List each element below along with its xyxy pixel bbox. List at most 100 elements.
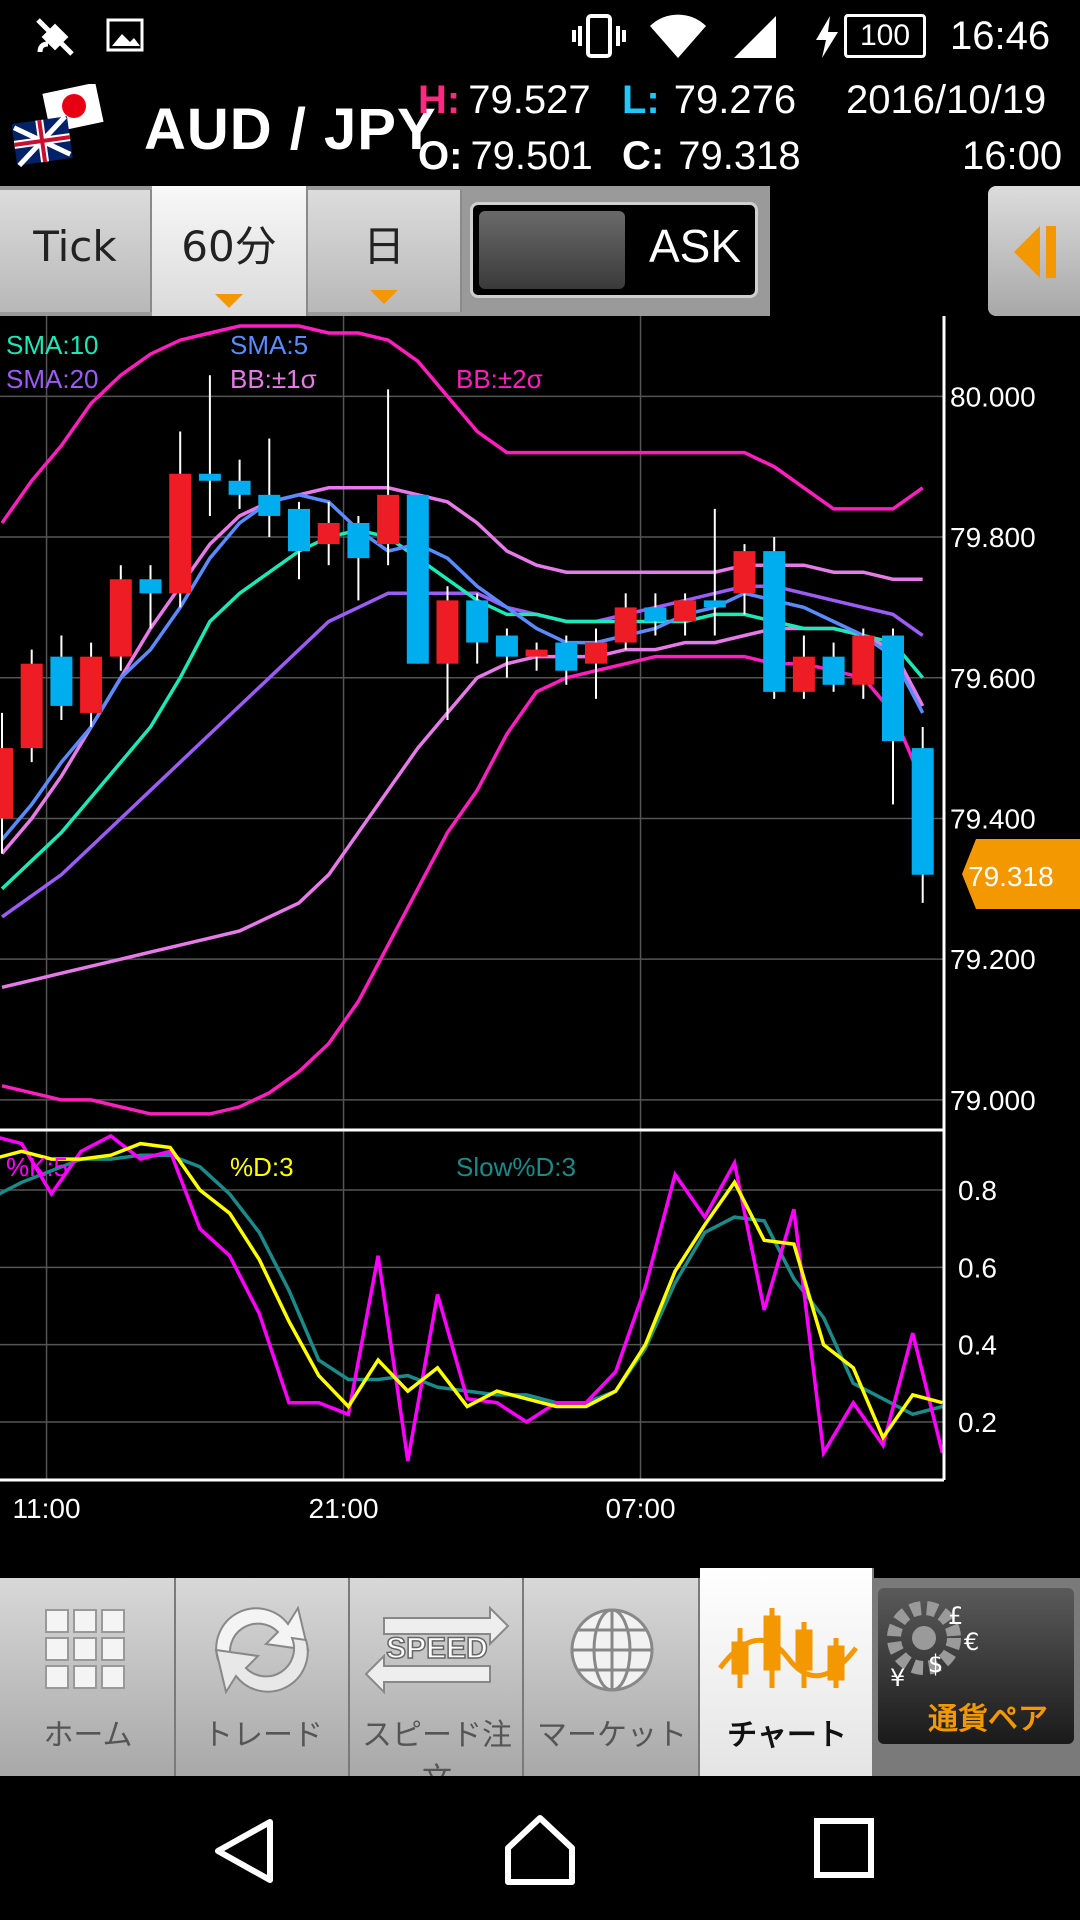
candle-body <box>198 473 221 481</box>
chart-icon <box>718 1608 858 1688</box>
candle-body <box>733 551 756 594</box>
nav-trade-label: トレード <box>203 1718 323 1753</box>
charging-icon <box>816 16 838 58</box>
open-label: O: <box>418 134 463 178</box>
stochastic-lines <box>0 1133 945 1462</box>
stoch-y-tick-label: 0.2 <box>958 1407 997 1438</box>
image-notification-icon <box>106 18 144 52</box>
candle-body <box>882 635 904 742</box>
open-value: 79.501 <box>470 134 593 178</box>
aud-jpy-flag-icon <box>12 84 104 168</box>
legend-bb2: BB:±2σ <box>456 364 543 394</box>
svg-text:$: $ <box>928 1650 943 1678</box>
low-label: L: <box>622 78 660 122</box>
tab-tick[interactable]: Tick <box>0 190 152 312</box>
nav-market-label: マーケット <box>537 1718 687 1753</box>
candle-body <box>585 642 607 664</box>
toggle-knob[interactable] <box>479 211 625 289</box>
bid-ask-toggle[interactable]: ASK <box>470 202 758 298</box>
speed-order-icon: SPEED <box>364 1605 510 1695</box>
candle-body <box>674 600 697 622</box>
tab-tick-label: Tick <box>33 222 117 271</box>
tab-60min-label: 60分 <box>181 222 277 271</box>
currency-pair-button[interactable]: £ € $ ¥ 通貨ペア <box>878 1588 1074 1744</box>
candle-body <box>822 656 845 685</box>
candle-body <box>347 522 370 559</box>
nav-trade[interactable]: トレード <box>176 1578 350 1776</box>
nav-market[interactable]: マーケット <box>524 1578 700 1776</box>
nav-home-label: ホーム <box>43 1718 133 1753</box>
svg-text:SPEED: SPEED <box>386 1632 488 1665</box>
y-tick-label: 80.000 <box>950 381 1036 412</box>
legend-stoch-k: %K:5 <box>6 1152 68 1182</box>
svg-text:£: £ <box>948 1602 963 1630</box>
stoch-slowd-line <box>0 1153 943 1417</box>
status-bar: 100 16:46 <box>0 0 1080 72</box>
price-chart[interactable]: 11:00 21:00 07:00 80.000 79.800 79.600 79.400 7… <box>0 316 1080 1564</box>
nav-speed-order[interactable]: SPEED スピード注文 <box>350 1578 524 1797</box>
nav-chart[interactable]: チャート <box>700 1568 874 1776</box>
home-grid-icon <box>45 1609 125 1689</box>
legend-stoch-slowd: Slow%D:3 <box>456 1152 576 1182</box>
x-tick-label: 07:00 <box>606 1493 676 1524</box>
chart-grid <box>0 316 944 1480</box>
dropdown-caret-icon <box>215 294 243 308</box>
candle-body <box>317 522 340 545</box>
currency-pair-title: AUD / JPY <box>144 97 437 162</box>
candle-body <box>139 579 162 594</box>
indicator-lines <box>0 324 925 1116</box>
candle-body <box>792 656 815 692</box>
candle-body <box>169 473 192 594</box>
legend-sma10: SMA:10 <box>6 330 99 360</box>
candle-body <box>555 642 578 671</box>
back-icon[interactable] <box>210 1816 280 1886</box>
trade-arrows-icon <box>214 1605 310 1695</box>
tab-60min[interactable]: 60分 <box>152 186 308 316</box>
legend-stoch-d: %D:3 <box>230 1152 294 1182</box>
candle-body <box>228 480 251 495</box>
recents-icon[interactable] <box>812 1816 876 1880</box>
price-header: AUD / JPY H: 79.527 L: 79.276 2016/10/19 O… <box>0 72 1080 184</box>
chart-axes: 11:00 21:00 07:00 80.000 79.800 79.600 79.400 7… <box>0 316 1036 1524</box>
candle-body <box>495 635 518 657</box>
bb-upper-2sigma-line <box>0 324 924 525</box>
nav-home[interactable]: ホーム <box>0 1578 176 1776</box>
stoch-y-tick-label: 0.4 <box>958 1330 997 1361</box>
candle-body <box>436 600 459 664</box>
candle-body <box>258 494 281 516</box>
collapse-arrow-icon <box>1014 226 1056 278</box>
low-value: 79.276 <box>673 78 797 122</box>
tab-daily[interactable]: 日 <box>308 190 462 312</box>
home-icon[interactable] <box>502 1812 578 1888</box>
y-tick-label: 79.000 <box>950 1085 1036 1116</box>
side-panel-toggle[interactable] <box>988 186 1080 316</box>
current-price-label: 79.318 <box>968 861 1054 892</box>
candle-body <box>614 607 637 643</box>
candle-body <box>288 508 310 552</box>
close-label: C: <box>622 134 665 178</box>
battery-icon: 100 <box>844 14 926 58</box>
y-tick-label: 79.200 <box>950 944 1036 975</box>
candle-body <box>80 656 103 713</box>
bottom-nav: ホーム トレード SPEED スピード注文 マーケット チャート <box>0 1568 1080 1797</box>
candle-body <box>911 748 934 875</box>
y-tick-label: 79.600 <box>950 663 1036 694</box>
signal-icon <box>734 16 776 58</box>
date: 2016/10/19 <box>846 78 1047 122</box>
time: 16:00 <box>962 134 1063 178</box>
candle-body <box>377 494 400 545</box>
candle-body <box>525 649 548 657</box>
currency-pair-label: 通貨ペア <box>928 1702 1048 1737</box>
candle-body <box>466 600 489 643</box>
svg-text:€: € <box>964 1628 979 1656</box>
x-tick-label: 21:00 <box>309 1493 379 1524</box>
y-tick-label: 79.400 <box>950 803 1036 834</box>
dropdown-caret-icon <box>370 290 398 304</box>
candle-body <box>763 551 786 692</box>
nav-chart-label: チャート <box>727 1718 847 1753</box>
clock: 16:46 <box>950 14 1051 58</box>
toggle-label: ASK <box>649 220 742 272</box>
battery-level: 100 <box>859 19 911 52</box>
y-tick-label: 79.800 <box>950 522 1036 553</box>
satellite-icon <box>36 18 74 56</box>
